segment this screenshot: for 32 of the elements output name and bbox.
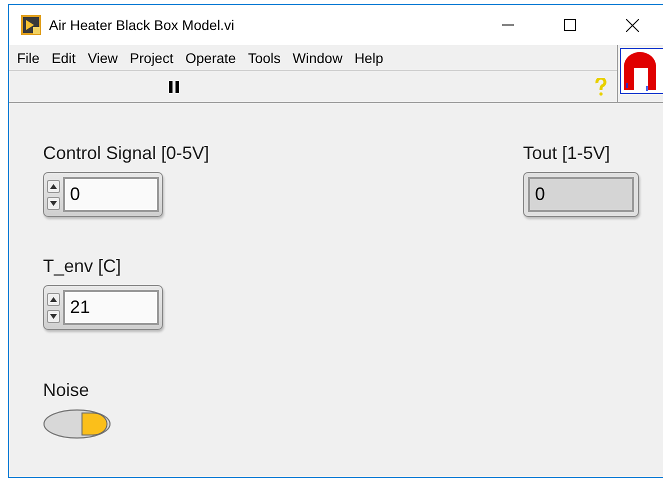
increment-button[interactable] <box>47 180 60 192</box>
control-label: Control Signal [0-5V] <box>43 143 210 164</box>
control-label: T_env [C] <box>43 256 122 277</box>
menu-item[interactable]: Edit <box>46 50 82 66</box>
close-icon <box>626 18 638 32</box>
numeric-indicator: 0 <box>523 172 639 217</box>
numeric-control[interactable]: 0 <box>43 172 163 217</box>
toggle-switch[interactable] <box>43 409 113 441</box>
menu-item[interactable]: File <box>11 50 46 66</box>
menu-item[interactable]: Operate <box>179 50 242 66</box>
increment-button[interactable] <box>47 292 60 306</box>
control-label: Noise <box>43 380 90 401</box>
window-title: Air Heater Black Box Model.vi <box>49 17 236 33</box>
decrement-button[interactable] <box>47 310 60 322</box>
pause-icon[interactable] <box>169 81 179 93</box>
caret-down-icon <box>50 314 57 318</box>
caret-down-icon <box>50 200 57 206</box>
decrement-button[interactable] <box>47 196 60 210</box>
maximize-icon <box>564 19 576 31</box>
menu-item[interactable]: Window <box>286 50 348 66</box>
control-label: Tout [1-5V] <box>523 143 612 164</box>
vi-icon <box>620 48 663 94</box>
menu-item[interactable]: Project <box>124 50 180 66</box>
caret-up-icon <box>50 296 57 302</box>
numeric-field[interactable]: 21 <box>63 290 159 325</box>
menu-item[interactable]: Tools <box>242 50 287 66</box>
app-icon <box>21 15 41 35</box>
caret-up-icon <box>50 184 57 188</box>
menu-item[interactable]: Help <box>348 50 390 66</box>
menu-item[interactable]: View <box>82 50 124 66</box>
numeric-field[interactable]: 0 <box>63 177 159 212</box>
numeric-control[interactable]: 21 <box>43 285 163 330</box>
